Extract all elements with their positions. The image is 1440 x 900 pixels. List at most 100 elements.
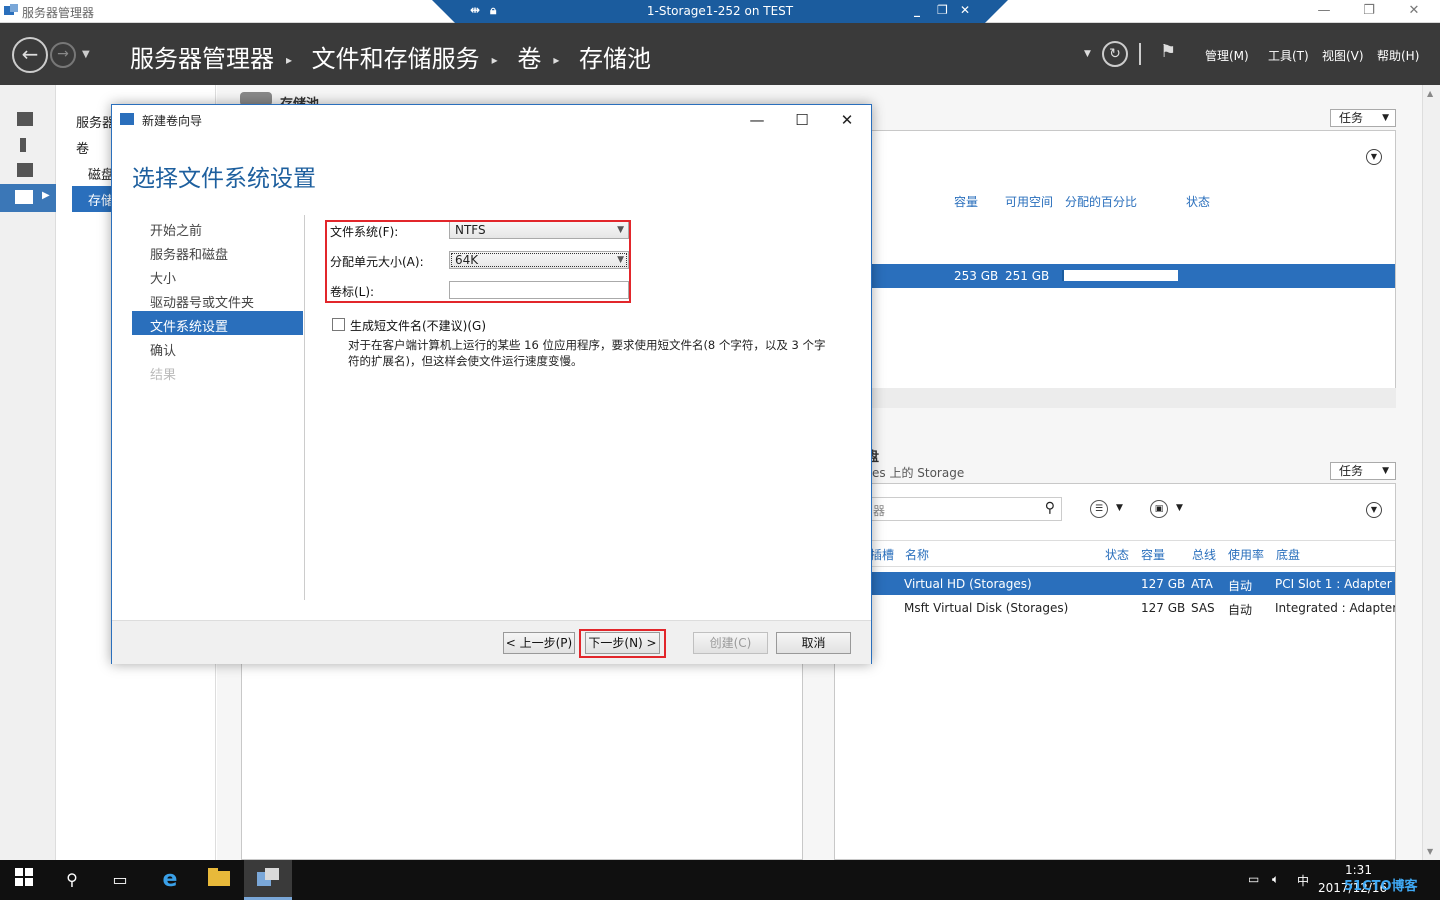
col-capacity[interactable]: 容量 bbox=[1141, 546, 1165, 563]
short-names-label[interactable]: 生成短文件名(不建议)(G) bbox=[350, 317, 486, 334]
step-file-system[interactable]: 文件系统设置 bbox=[150, 316, 228, 335]
menu-tools[interactable]: 工具(T) bbox=[1268, 47, 1309, 64]
dialog-close-button[interactable]: ✕ bbox=[832, 109, 862, 131]
col-status[interactable]: 状态 bbox=[1186, 193, 1210, 210]
pools-panel-footer bbox=[860, 388, 1396, 408]
search-icon[interactable]: ⚲ bbox=[1045, 500, 1055, 516]
all-servers-icon[interactable] bbox=[17, 163, 33, 177]
menu-help[interactable]: 帮助(H) bbox=[1377, 47, 1419, 64]
minimize-button[interactable]: — bbox=[1310, 2, 1338, 20]
taskbar: ⚲ ▭ e ▭ 🔈︎ 中 1:31 2017/12/16 51CTO博客 bbox=[0, 860, 1440, 900]
volume-muted-icon[interactable]: 🔈︎ bbox=[1272, 872, 1279, 887]
pool-capacity: 253 GB bbox=[954, 269, 999, 283]
col-name[interactable]: 名称 bbox=[905, 546, 929, 563]
divider bbox=[835, 540, 1395, 541]
rdp-restore-button[interactable]: ❐ bbox=[937, 3, 948, 17]
history-dropdown-icon[interactable]: ▼ bbox=[82, 49, 90, 60]
internet-explorer-icon[interactable]: e bbox=[158, 868, 182, 892]
short-names-checkbox[interactable] bbox=[332, 318, 345, 331]
create-button[interactable]: 创建(C) bbox=[693, 632, 768, 654]
save-query-icon[interactable]: ▣ bbox=[1150, 500, 1168, 518]
disk-name: Msft Virtual Disk (Storages) bbox=[904, 601, 1069, 615]
file-storage-icon bbox=[15, 190, 33, 204]
previous-button[interactable]: < 上一步(P) bbox=[503, 632, 575, 654]
step-drive-letter[interactable]: 驱动器号或文件夹 bbox=[150, 292, 254, 311]
col-allocated[interactable]: 分配的百分比 bbox=[1065, 193, 1137, 210]
disk-name: Virtual HD (Storages) bbox=[904, 577, 1032, 591]
divider bbox=[304, 215, 305, 600]
allocation-bar-fill bbox=[1062, 270, 1065, 281]
chevron-down-icon: ▼ bbox=[1382, 466, 1389, 476]
breadcrumb-item[interactable]: 服务器管理器 bbox=[130, 45, 274, 73]
col-capacity[interactable]: 容量 bbox=[954, 193, 978, 210]
scroll-down-icon[interactable]: ▼ bbox=[1427, 847, 1433, 856]
menu-manage[interactable]: 管理(M) bbox=[1205, 47, 1249, 64]
scroll-up-icon[interactable]: ▲ bbox=[1427, 89, 1433, 98]
vertical-scrollbar[interactable]: ▲ ▼ bbox=[1422, 85, 1440, 860]
task-view-icon[interactable]: ▭ bbox=[108, 868, 132, 892]
col-bus[interactable]: 总线 bbox=[1192, 546, 1216, 563]
back-button[interactable]: ← bbox=[12, 37, 48, 73]
rdp-title: 1-Storage1-252 on TEST bbox=[646, 4, 794, 18]
highlight-box bbox=[579, 629, 666, 658]
dialog-maximize-button[interactable]: ☐ bbox=[787, 109, 817, 131]
menu-view[interactable]: 视图(V) bbox=[1322, 47, 1364, 64]
disks-filter-input[interactable]: 器 ⚲ bbox=[866, 497, 1062, 521]
step-results: 结果 bbox=[150, 368, 177, 383]
nav-item-servers[interactable]: 服务器 bbox=[76, 112, 115, 131]
step-before-you-begin[interactable]: 开始之前 bbox=[150, 220, 202, 239]
close-button[interactable]: ✕ bbox=[1400, 2, 1428, 20]
rdp-close-button[interactable]: ✕ bbox=[960, 3, 970, 17]
disks-subtitle: es 上的 Storage bbox=[872, 466, 965, 480]
nav-item-volumes[interactable]: 卷 bbox=[76, 138, 89, 157]
expand-icon[interactable]: ▶ bbox=[42, 190, 50, 201]
dashboard-icon[interactable] bbox=[17, 112, 33, 126]
forward-button[interactable]: → bbox=[50, 42, 76, 68]
dialog-minimize-button[interactable]: — bbox=[742, 109, 772, 131]
disks-tasks-button[interactable]: 任务 ▼ bbox=[1330, 462, 1396, 480]
network-icon[interactable]: ▭ bbox=[1248, 872, 1259, 886]
rdp-connection-bar: ⇹ 🔒︎ 1-Storage1-252 on TEST _ ❐ ✕ bbox=[432, 0, 1008, 23]
disk-capacity: 127 GB bbox=[1141, 577, 1186, 591]
new-volume-wizard-dialog: 新建卷向导 — ☐ ✕ 选择文件系统设置 开始之前 服务器和磁盘 大小 驱动器号… bbox=[111, 104, 872, 664]
restore-button[interactable]: ❐ bbox=[1355, 2, 1383, 20]
disk-bus: SAS bbox=[1191, 601, 1215, 615]
step-size[interactable]: 大小 bbox=[150, 268, 176, 287]
divider bbox=[835, 566, 1395, 567]
dialog-title: 新建卷向导 bbox=[142, 114, 203, 128]
ime-indicator[interactable]: 中 bbox=[1297, 872, 1309, 889]
chevron-down-icon[interactable]: ▼ bbox=[1176, 503, 1183, 513]
wizard-icon bbox=[120, 113, 134, 125]
notifications-flag-icon[interactable]: ⚑ bbox=[1160, 41, 1176, 62]
filter-placeholder: 器 bbox=[873, 504, 886, 518]
divider bbox=[1139, 43, 1141, 65]
collapse-icon[interactable]: ▼ bbox=[1366, 149, 1382, 165]
step-confirm[interactable]: 确认 bbox=[150, 340, 176, 359]
breadcrumb-item[interactable]: 卷 bbox=[517, 45, 541, 73]
chevron-down-icon[interactable]: ▼ bbox=[1116, 503, 1123, 513]
cancel-button[interactable]: 取消 bbox=[776, 632, 851, 654]
step-server-and-disk[interactable]: 服务器和磁盘 bbox=[150, 244, 228, 263]
dropdown-icon[interactable]: ▼ bbox=[1084, 49, 1091, 59]
watermark-logo: 51CTO博客 bbox=[1344, 879, 1418, 894]
col-status[interactable]: 状态 bbox=[1105, 546, 1129, 563]
list-options-icon[interactable]: ☰ bbox=[1090, 500, 1108, 518]
col-slot[interactable]: 插槽 bbox=[870, 546, 894, 563]
breadcrumb-item[interactable]: 文件和存储服务 bbox=[312, 45, 480, 73]
file-explorer-icon[interactable] bbox=[207, 868, 231, 892]
rdp-minimize-button[interactable]: _ bbox=[914, 3, 920, 17]
app-header: ← → ▼ 服务器管理器 ▸ 文件和存储服务 ▸ 卷 ▸ 存储池 ▼ ↻ ⚑ 管理(M… bbox=[0, 23, 1440, 85]
pool-free: 251 GB bbox=[1005, 269, 1050, 283]
local-server-icon[interactable] bbox=[20, 138, 26, 152]
server-manager-icon bbox=[4, 4, 18, 17]
pools-tasks-button[interactable]: 任务 ▼ bbox=[1330, 109, 1396, 127]
page-heading: 选择文件系统设置 bbox=[132, 166, 316, 192]
highlight-box bbox=[325, 220, 631, 303]
col-usage[interactable]: 使用率 bbox=[1228, 546, 1264, 563]
collapse-icon[interactable]: ▼ bbox=[1366, 502, 1382, 518]
col-chassis[interactable]: 底盘 bbox=[1276, 546, 1300, 563]
search-icon[interactable]: ⚲ bbox=[60, 868, 84, 892]
windows-start-icon[interactable] bbox=[12, 868, 36, 892]
refresh-icon[interactable]: ↻ bbox=[1102, 41, 1128, 67]
col-free-space[interactable]: 可用空间 bbox=[1005, 193, 1053, 210]
